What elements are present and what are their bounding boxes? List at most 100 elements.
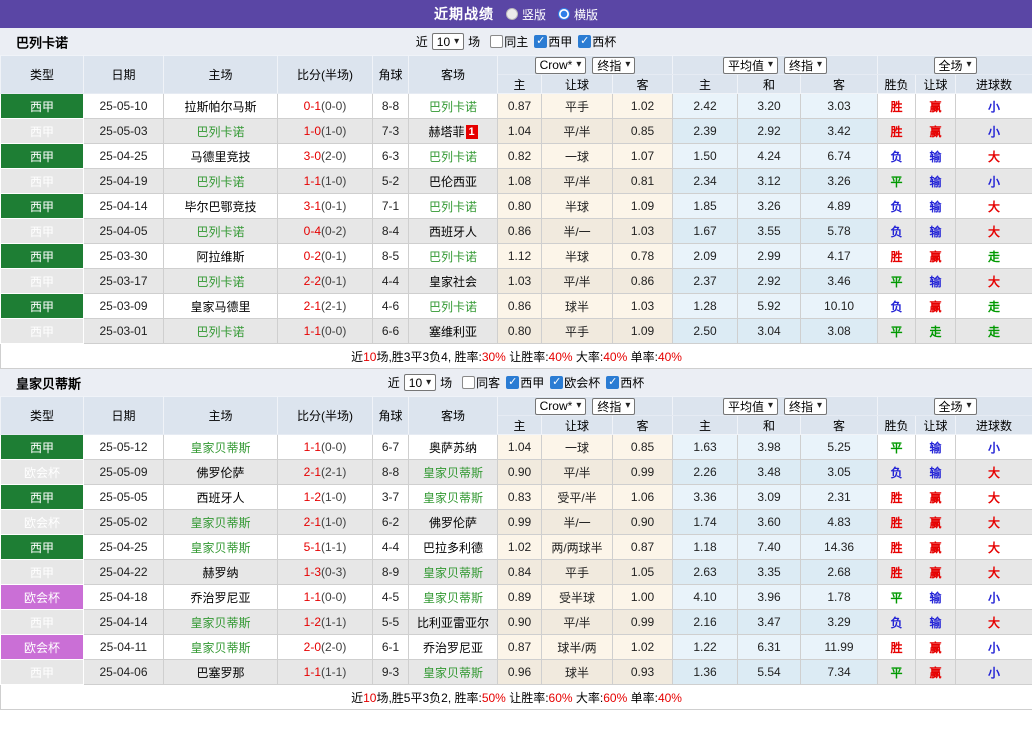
home-team: 巴列卡诺 [163,268,278,294]
match-score: 1-2(1-1) [277,609,373,635]
avg-draw: 5.54 [737,659,802,685]
corner-count: 6-2 [372,509,409,535]
radio-unselected-icon[interactable] [505,8,518,20]
checkbox-checked-icon[interactable]: ✓ [506,376,520,389]
checkbox-unchecked-icon[interactable] [490,35,504,48]
league-badge: 西甲 [0,218,84,244]
match-score: 1-3(0-3) [277,559,373,585]
match-date: 25-04-22 [83,559,164,585]
match-date: 25-03-09 [83,293,164,319]
match-score: 0-1(0-0) [277,93,373,119]
home-team: 皇家贝蒂斯 [163,434,278,460]
odds-handicap: 平/半 [541,118,613,144]
final-index-value-2: 终指 [789,58,814,73]
odds-handicap: 平/半 [541,459,613,485]
league-badge: 西甲 [0,168,84,194]
match-row: 欧会杯 25-04-18 乔治罗尼亚 1-1(0-0) 4-5 皇家贝蒂斯 0.89 受半球 1… [0,584,1032,610]
avg-draw: 3.55 [737,218,802,244]
fullmatch-select[interactable]: 全场 ▾ [933,397,977,415]
crow-select-value: Crow* [539,399,573,413]
match-date: 25-04-18 [83,584,164,610]
result-handicap: 输 [915,143,957,169]
avg-home: 1.67 [672,218,739,244]
match-date: 25-05-12 [83,434,164,460]
match-row: 西甲 25-05-05 西班牙人 1-2(1-0) 3-7 皇家贝蒂斯 0.83 受平/半 1.… [0,484,1032,510]
match-row: 西甲 25-04-14 毕尔巴鄂竞技 3-1(0-1) 7-1 巴列卡诺 0.80 半球 1.0… [0,193,1032,219]
radio-horizontal-label: 横版 [574,7,599,22]
match-row: 欧会杯 25-05-02 皇家贝蒂斯 2-1(1-0) 6-2 佛罗伦萨 0.99 半/一 0.… [0,509,1032,535]
checkbox-unchecked-icon[interactable] [462,376,476,389]
avg-home: 3.36 [672,484,739,510]
final-index-select-2[interactable]: 终指 ▾ [784,397,828,415]
fullmatch-select-value: 全场 [938,399,963,414]
score-column-header: 比分(半场) [277,55,373,94]
final-index-select-2[interactable]: 终指 ▾ [784,56,828,74]
odds-home: 0.86 [497,218,542,244]
away-team: 巴列卡诺 [408,143,498,169]
result-outcome: 负 [877,218,917,244]
avg-away: 2.68 [800,559,879,585]
fullmatch-select[interactable]: 全场 ▾ [933,56,977,74]
odds-away: 1.03 [611,293,674,319]
radio-selected-icon[interactable] [558,8,570,20]
final-index-select[interactable]: 终指 ▾ [592,397,636,415]
league-badge: 西甲 [0,318,84,344]
average-select-value: 平均值 [727,58,764,73]
corner-count: 5-2 [372,168,409,194]
average-select[interactable]: 平均值 ▾ [722,56,779,74]
recent-count-select[interactable]: 10 ▾ [431,33,465,50]
corner-column-header: 角球 [372,396,409,435]
chevron-down-icon: ▾ [576,400,582,411]
recent-controls: 近 10 ▾ 场 同客 ✓ 西甲 ✓ 欧会杯 ✓ 西杯 [0,369,1032,396]
match-row: 欧会杯 25-04-11 皇家贝蒂斯 2-0(2-0) 6-1 乔治罗尼亚 0.87 球半/两… [0,634,1032,660]
checkbox-checked-icon[interactable]: ✓ [578,35,592,48]
subcol-home-odds: 主 [497,74,542,94]
checkbox-checked-icon[interactable]: ✓ [606,376,620,389]
page-title: 近期战绩 [433,6,494,22]
match-score: 1-0(1-0) [277,118,373,144]
crow-select[interactable]: Crow* ▾ [534,397,587,415]
radio-horizontal-layout[interactable]: 横版 [558,6,598,23]
chevron-down-icon: ▾ [576,59,582,70]
match-score: 1-1(0-0) [277,434,373,460]
summary-text: 大率: [572,349,604,364]
checkbox-checked-icon[interactable]: ✓ [550,376,564,389]
avg-home: 2.39 [672,118,739,144]
recent-count-select[interactable]: 10 ▾ [403,374,437,391]
result-goals: 大 [955,534,1032,560]
chevron-down-icon: ▾ [966,59,972,70]
odds-away: 1.00 [611,584,674,610]
date-column-header: 日期 [83,396,164,435]
odds-handicap: 平/半 [541,268,613,294]
odds-home: 0.82 [497,143,542,169]
checkbox-checked-icon[interactable]: ✓ [534,35,548,48]
odds-home: 1.03 [497,268,542,294]
radio-vertical-layout[interactable]: 竖版 [505,6,546,23]
odds-away: 0.90 [611,509,674,535]
corner-count: 6-7 [372,434,409,460]
avg-draw: 3.96 [737,584,802,610]
final-index-value-2: 终指 [789,399,814,414]
corner-count: 6-1 [372,634,409,660]
result-goals: 小 [955,93,1032,119]
odds-handicap: 一球 [541,434,613,460]
odds-away: 0.86 [611,268,674,294]
home-team: 赫罗纳 [163,559,278,585]
away-team: 巴列卡诺 [408,243,498,269]
match-row: 西甲 25-05-12 皇家贝蒂斯 1-1(0-0) 6-7 奥萨苏纳 1.04 一球 0.85… [0,434,1032,460]
home-team: 毕尔巴鄂竞技 [163,193,278,219]
crow-select[interactable]: Crow* ▾ [534,56,587,74]
match-date: 25-04-14 [83,193,164,219]
odds-away: 1.03 [611,218,674,244]
final-index-select[interactable]: 终指 ▾ [592,56,636,74]
section-header-rayo: 巴列卡诺 近 10 ▾ 场 同主 ✓ 西甲 ✓ 西杯 [0,28,1032,55]
summary-text: 近 [351,349,364,364]
matches-label: 场 [468,35,481,49]
avg-home: 1.63 [672,434,739,460]
result-handicap: 输 [915,168,957,194]
result-outcome: 胜 [877,93,917,119]
odds-handicap: 球半 [541,293,613,319]
result-outcome: 负 [877,193,917,219]
average-select[interactable]: 平均值 ▾ [722,397,779,415]
match-date: 25-03-01 [83,318,164,344]
